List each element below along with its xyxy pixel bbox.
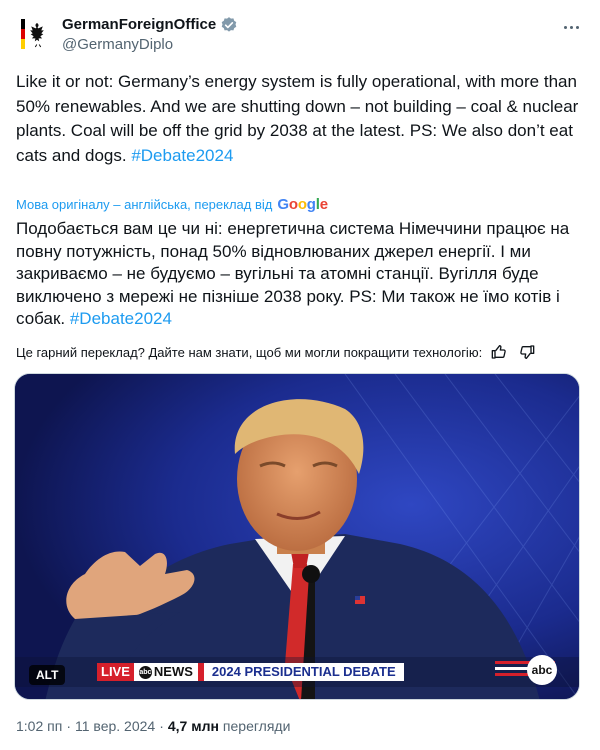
more-options-icon[interactable] [558,14,584,40]
gov-verified-badge-icon[interactable] [220,16,238,34]
thumbs-down-icon[interactable] [516,342,538,362]
network-label: abc NEWS [133,663,198,681]
display-name[interactable]: GermanForeignOffice [62,15,216,34]
avatar[interactable] [16,14,56,54]
debate-banner: 2024 PRESIDENTIAL DEBATE [197,663,404,681]
author-handle[interactable]: @GermanyDiplo [62,35,238,55]
tweet-body: Like it or not: Germany’s energy system … [16,72,579,165]
author-names: GermanForeignOffice @GermanyDiplo [62,15,238,55]
translated-text: Подобається вам це чи ні: енергетична си… [16,218,584,331]
views-label: перегляди [222,718,291,734]
hashtag-link[interactable]: #Debate2024 [131,146,233,165]
tweet-time[interactable]: 1:02 пп [16,718,62,734]
tweet-text: Like it or not: Germany’s energy system … [16,70,584,168]
debate-video-frame [15,374,579,699]
federal-eagle-icon [21,19,44,49]
thumbs-up-icon[interactable] [488,342,510,362]
translation-note: Мова оригіналу – англійська, переклад ві… [16,196,273,212]
tweet-date[interactable]: 11 вер. 2024 [75,718,155,734]
views-count: 4,7 млн [167,718,219,734]
translation-source-link[interactable]: Мова оригіналу – англійська, переклад ві… [16,194,584,214]
google-logo: Google [277,195,328,213]
abc-logo: abc [527,655,557,685]
abc-news-logo: abc [138,665,152,679]
meta-separator-2: · [159,718,164,734]
alt-text-badge[interactable]: ALT [29,665,66,685]
meta-separator: · [66,718,71,734]
live-label: LIVE [97,663,134,681]
translated-hashtag-link[interactable]: #Debate2024 [70,309,172,328]
tweet-meta: 1:02 пп · 11 вер. 2024 · 4,7 млн перегля… [16,716,584,736]
feedback-prompt: Це гарний переклад? Дайте нам знати, щоб… [16,344,483,360]
broadcast-banner: LIVE abc NEWS 2024 PRESIDENTIAL DEBATE [97,663,404,681]
tweet-header: GermanForeignOffice @GermanyDiplo [16,12,584,56]
video-thumbnail[interactable]: LIVE abc NEWS 2024 PRESIDENTIAL DEBATE A… [14,373,580,700]
translation-feedback: Це гарний переклад? Дайте нам знати, щоб… [16,342,584,362]
